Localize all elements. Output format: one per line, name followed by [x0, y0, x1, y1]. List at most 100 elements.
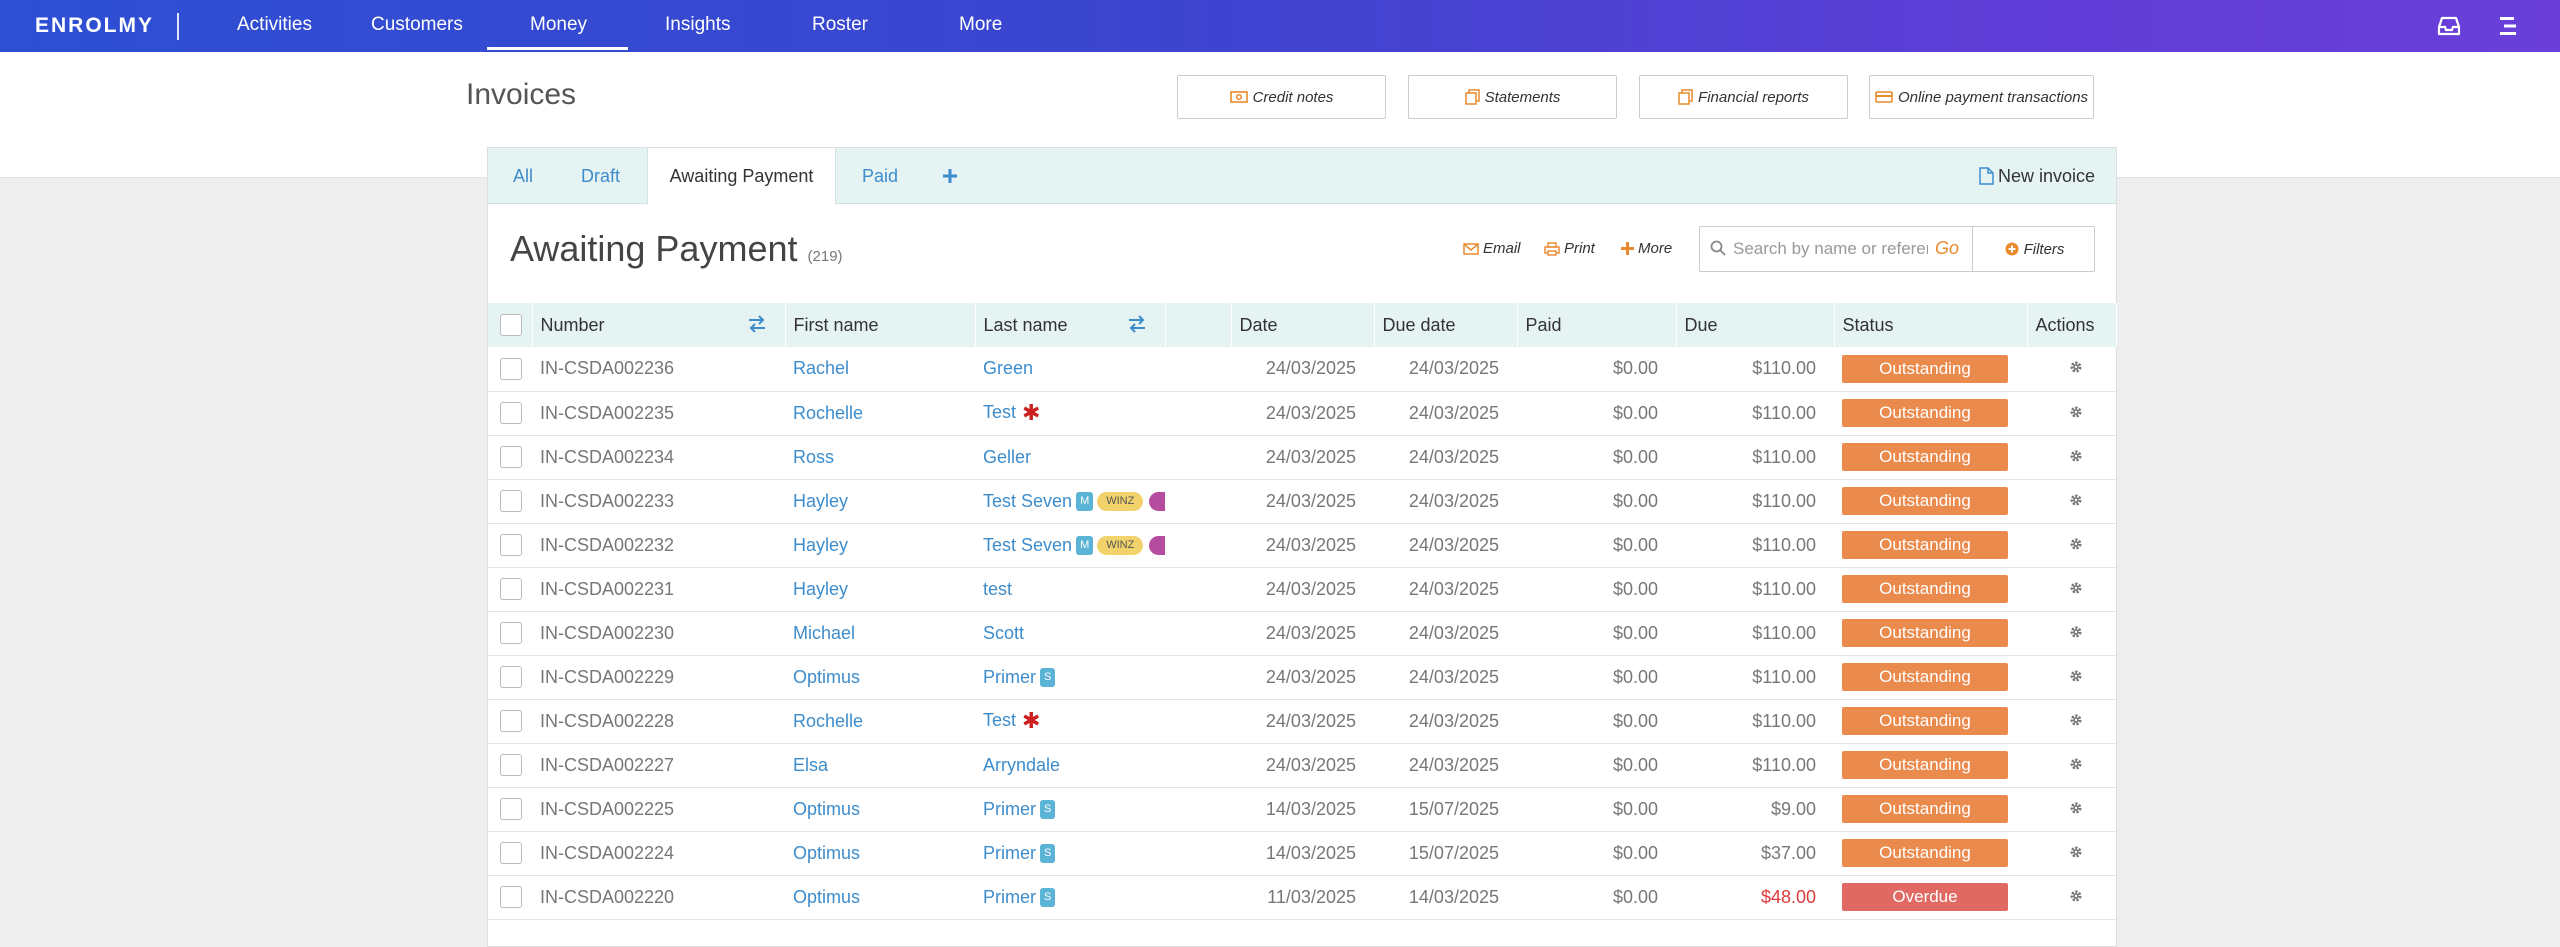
invoice-number[interactable]: IN-CSDA002228 [532, 699, 785, 743]
table-row[interactable]: IN-CSDA002229 Optimus Primer S 24/03/2025… [488, 655, 2116, 699]
row-checkbox[interactable] [500, 446, 522, 469]
first-name-link[interactable]: Hayley [793, 579, 848, 599]
row-checkbox[interactable] [500, 622, 522, 645]
gear-icon[interactable] [2069, 669, 2083, 683]
gear-icon[interactable] [2069, 625, 2083, 639]
more-action[interactable]: More [1621, 240, 1672, 257]
gear-icon[interactable] [2069, 360, 2083, 374]
nav-item-money[interactable]: Money [530, 14, 587, 36]
financial-reports-button[interactable]: Financial reports [1639, 75, 1848, 119]
column-last-name[interactable]: Last name [975, 303, 1166, 347]
table-row[interactable]: IN-CSDA002233 Hayley Test Seven M WINZ 24/… [488, 479, 2116, 523]
row-checkbox[interactable] [500, 666, 522, 689]
inbox-icon[interactable] [2437, 15, 2461, 37]
invoice-number[interactable]: IN-CSDA002227 [532, 743, 785, 787]
nav-item-customers[interactable]: Customers [371, 14, 463, 36]
gear-icon[interactable] [2069, 889, 2083, 903]
nav-item-insights[interactable]: Insights [665, 14, 730, 36]
invoice-number[interactable]: IN-CSDA002231 [532, 567, 785, 611]
gear-icon[interactable] [2069, 801, 2083, 815]
first-name-link[interactable]: Rochelle [793, 711, 863, 731]
last-name-link[interactable]: Primer [983, 843, 1036, 863]
row-checkbox[interactable] [500, 534, 522, 557]
first-name-link[interactable]: Optimus [793, 843, 860, 863]
row-checkbox[interactable] [500, 402, 522, 425]
table-row[interactable]: IN-CSDA002235 Rochelle Test ✱ 24/03/2025 … [488, 391, 2116, 435]
tab-paid[interactable]: Paid [862, 148, 898, 204]
filters-button[interactable]: Filters [1972, 227, 2096, 271]
invoice-number[interactable]: IN-CSDA002235 [532, 391, 785, 435]
add-tab-icon[interactable] [942, 150, 958, 206]
column-due[interactable]: Due [1676, 303, 1835, 347]
invoice-number[interactable]: IN-CSDA002233 [532, 479, 785, 523]
invoice-number[interactable]: IN-CSDA002232 [532, 523, 785, 567]
invoice-number[interactable]: IN-CSDA002236 [532, 347, 785, 391]
last-name-link[interactable]: Test [983, 402, 1016, 422]
table-row[interactable]: IN-CSDA002230 Michael Scott 24/03/2025 2… [488, 611, 2116, 655]
app-logo[interactable]: ENROLMY [35, 14, 154, 38]
nav-item-activities[interactable]: Activities [237, 14, 312, 36]
first-name-link[interactable]: Hayley [793, 535, 848, 555]
table-row[interactable]: IN-CSDA002225 Optimus Primer S 14/03/2025… [488, 787, 2116, 831]
row-checkbox[interactable] [500, 842, 522, 865]
row-checkbox[interactable] [500, 578, 522, 601]
column-status[interactable]: Status [1834, 303, 2028, 347]
first-name-link[interactable]: Optimus [793, 667, 860, 687]
table-row[interactable]: IN-CSDA002234 Ross Geller 24/03/2025 24/… [488, 435, 2116, 479]
first-name-link[interactable]: Michael [793, 623, 855, 643]
new-invoice-button[interactable]: New invoice [1979, 148, 2095, 204]
last-name-link[interactable]: test [983, 579, 1012, 599]
gear-icon[interactable] [2069, 405, 2083, 419]
first-name-link[interactable]: Optimus [793, 799, 860, 819]
table-row[interactable]: IN-CSDA002236 Rachel Green 24/03/2025 24… [488, 347, 2116, 391]
column-first-name[interactable]: First name [785, 303, 976, 347]
last-name-link[interactable]: Test [983, 710, 1016, 730]
first-name-link[interactable]: Optimus [793, 887, 860, 907]
select-all-checkbox[interactable] [500, 314, 522, 337]
sort-icon[interactable] [1127, 315, 1147, 333]
table-row[interactable]: IN-CSDA002231 Hayley test 24/03/2025 24/… [488, 567, 2116, 611]
column-due-date[interactable]: Due date [1374, 303, 1518, 347]
tab-all[interactable]: All [513, 148, 533, 204]
row-checkbox[interactable] [500, 710, 522, 733]
last-name-link[interactable]: Test Seven [983, 535, 1072, 555]
first-name-link[interactable]: Ross [793, 447, 834, 467]
gear-icon[interactable] [2069, 449, 2083, 463]
column-date[interactable]: Date [1231, 303, 1375, 347]
last-name-link[interactable]: Geller [983, 447, 1031, 467]
column-paid[interactable]: Paid [1517, 303, 1677, 347]
search-input[interactable] [1733, 237, 1928, 261]
table-row[interactable]: IN-CSDA002220 Optimus Primer S 11/03/2025… [488, 875, 2116, 919]
nav-item-roster[interactable]: Roster [812, 14, 868, 36]
invoice-number[interactable]: IN-CSDA002224 [532, 831, 785, 875]
first-name-link[interactable]: Hayley [793, 491, 848, 511]
row-checkbox[interactable] [500, 490, 522, 513]
gear-icon[interactable] [2069, 713, 2083, 727]
last-name-link[interactable]: Green [983, 358, 1033, 378]
first-name-link[interactable]: Rochelle [793, 403, 863, 423]
statements-button[interactable]: Statements [1408, 75, 1617, 119]
tab-awaiting-payment[interactable]: Awaiting Payment [647, 148, 836, 205]
table-row[interactable]: IN-CSDA002228 Rochelle Test ✱ 24/03/2025 … [488, 699, 2116, 743]
invoice-number[interactable]: IN-CSDA002229 [532, 655, 785, 699]
row-checkbox[interactable] [500, 357, 522, 380]
gear-icon[interactable] [2069, 757, 2083, 771]
table-row[interactable]: IN-CSDA002227 Elsa Arryndale 24/03/2025 … [488, 743, 2116, 787]
last-name-link[interactable]: Primer [983, 887, 1036, 907]
print-action[interactable]: Print [1544, 240, 1595, 257]
last-name-link[interactable]: Test Seven [983, 491, 1072, 511]
gear-icon[interactable] [2069, 493, 2083, 507]
gear-icon[interactable] [2069, 537, 2083, 551]
table-row[interactable]: IN-CSDA002232 Hayley Test Seven M WINZ 24/… [488, 523, 2116, 567]
last-name-link[interactable]: Primer [983, 799, 1036, 819]
tab-draft[interactable]: Draft [581, 148, 620, 204]
last-name-link[interactable]: Scott [983, 623, 1024, 643]
row-checkbox[interactable] [500, 798, 522, 821]
gear-icon[interactable] [2069, 845, 2083, 859]
invoice-number[interactable]: IN-CSDA002220 [532, 875, 785, 919]
column-number[interactable]: Number [532, 303, 786, 347]
table-row[interactable]: IN-CSDA002224 Optimus Primer S 14/03/2025… [488, 831, 2116, 875]
gear-icon[interactable] [2069, 581, 2083, 595]
first-name-link[interactable]: Rachel [793, 358, 849, 378]
first-name-link[interactable]: Elsa [793, 755, 828, 775]
